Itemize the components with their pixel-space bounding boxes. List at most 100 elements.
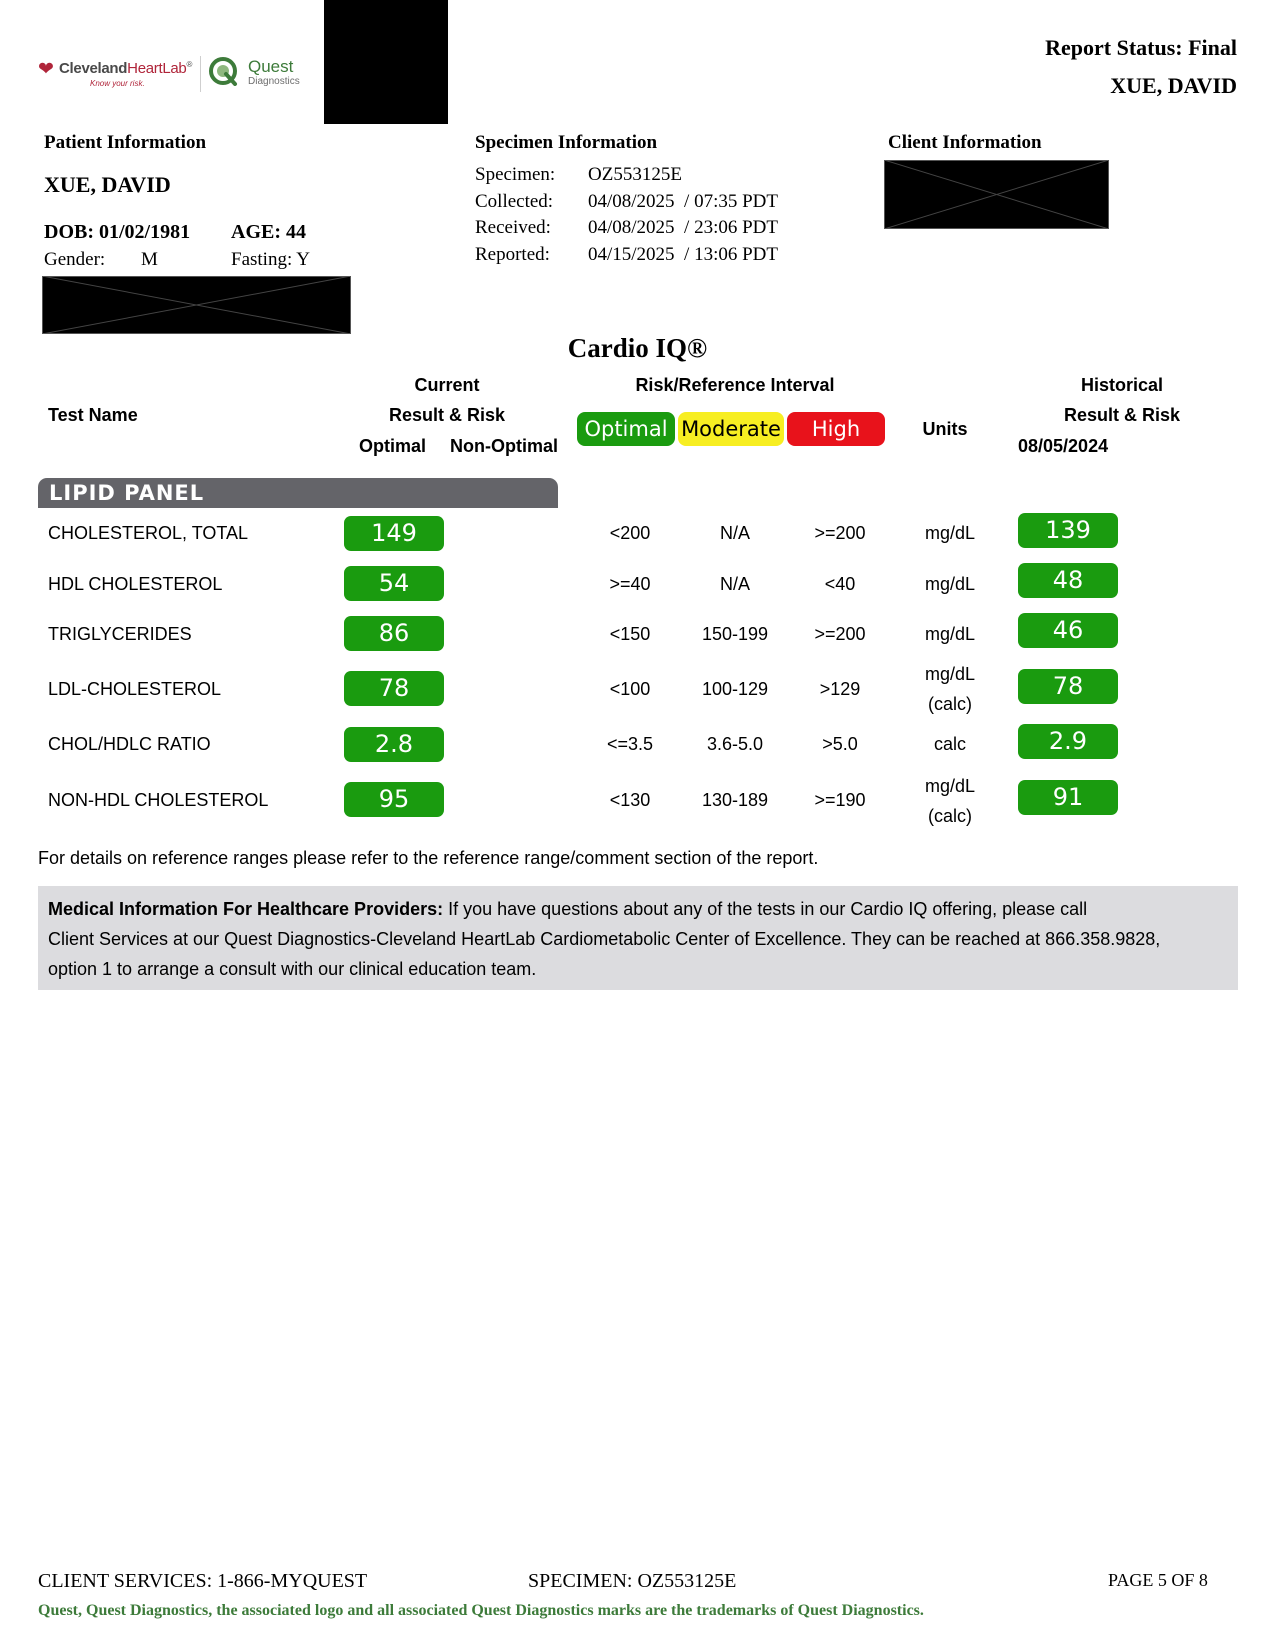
units: mg/dL [924,664,976,684]
legend-moderate: Moderate [678,412,784,446]
medical-info-title: Medical Information For Healthcare Provi… [48,899,444,919]
range-moderate: N/A [719,574,750,594]
report-status: Report Status: Final [1045,35,1237,60]
footer-page-number: PAGE 5 OF 8 [1108,1570,1208,1590]
footer-trademark: Quest, Quest Diagnostics, the associated… [38,1602,924,1619]
range-optimal: <=3.5 [606,734,654,754]
test-name: LDL-CHOLESTEROL [48,679,222,699]
historical-result-pill: 91 [1018,780,1118,815]
units-calc: (calc) [928,694,972,714]
specimen-id: OZ553125E [588,164,682,185]
quest-diagnostics-logo: Quest Diagnostics [208,56,318,94]
patient-name: XUE, DAVID [44,172,171,197]
specimen-label: Specimen: [475,164,556,185]
range-moderate: 100-129 [701,679,769,699]
current-result-pill: 78 [344,671,444,706]
received-label: Received: [475,217,551,238]
current-result-pill: 149 [344,516,444,551]
collected-label: Collected: [475,191,554,212]
historical-result-pill: 46 [1018,613,1118,648]
units: mg/dL [924,776,976,796]
header-optimal: Optimal [359,436,427,456]
test-name: CHOL/HDLC RATIO [48,734,211,754]
footer-client-services: CLIENT SERVICES: 1-866-MYQUEST [38,1570,368,1592]
collected-date: 04/08/2025 / 07:35 PDT [588,191,779,212]
current-result-pill: 54 [344,566,444,601]
test-name: NON-HDL CHOLESTEROL [48,790,269,810]
logo-cleveland-text: Cleveland [59,60,128,77]
units: mg/dL [924,523,976,543]
heart-icon: ❤ [38,59,54,80]
header-risk-reference: Risk/Reference Interval [635,375,835,395]
header-result-risk: Result & Risk [388,405,506,425]
patient-age: AGE: 44 [231,221,306,243]
range-high: <40 [824,574,856,594]
range-optimal: >=40 [609,574,651,594]
range-high: >=190 [814,790,866,810]
patient-info-heading: Patient Information [44,132,207,153]
test-name: HDL CHOLESTEROL [48,574,223,594]
range-high: >5.0 [822,734,858,754]
range-optimal: <100 [609,679,651,699]
current-result-pill: 95 [344,782,444,817]
reported-date: 04/15/2025 / 13:06 PDT [588,244,779,265]
specimen-info-heading: Specimen Information [475,132,658,153]
units: mg/dL [924,574,976,594]
units: calc [933,734,966,754]
range-optimal: <150 [609,624,651,644]
logo-tagline: Know your risk. [90,79,145,88]
medical-info-line2: Client Services at our Quest Diagnostics… [48,929,1161,949]
medical-info-line3: option 1 to arrange a consult with our c… [48,959,537,979]
client-info-heading: Client Information [888,132,1042,153]
redaction-cross-icon [42,276,351,334]
units: mg/dL [924,624,976,644]
header-historical-date: 08/05/2024 [1018,436,1109,456]
gender-label: Gender: [44,249,106,270]
header-units: Units [922,419,968,439]
received-date: 04/08/2025 / 23:06 PDT [588,217,779,238]
range-moderate: N/A [719,523,750,543]
historical-result-pill: 139 [1018,513,1118,548]
redacted-client-info [884,160,1109,229]
fasting-status: Fasting: Y [231,249,310,270]
legend-optimal: Optimal [577,412,675,446]
header-non-optimal: Non-Optimal [450,436,558,456]
range-moderate: 130-189 [701,790,769,810]
range-moderate: 3.6-5.0 [706,734,764,754]
panel-name: LIPID PANEL [49,481,205,505]
redaction-cross-icon [884,160,1109,229]
historical-result-pill: 78 [1018,669,1118,704]
range-optimal: <200 [609,523,651,543]
current-result-pill: 86 [344,616,444,651]
header-current: Current [414,375,480,395]
range-moderate: 150-199 [701,624,769,644]
gender-value: M [141,249,158,270]
medical-info-box: Medical Information For Healthcare Provi… [38,886,1238,990]
logo-divider [200,56,201,92]
logo-heartlab-text: HeartLab [127,60,187,77]
range-high: >129 [819,679,861,699]
header-patient-name: XUE, DAVID [1110,73,1237,98]
logo-registered-mark: ® [186,60,193,69]
cleveland-heartlab-logo: ❤ ClevelandHeartLab® Know your risk. [38,58,196,92]
report-title: Cardio IQ® [567,333,708,363]
range-high: >=200 [814,523,866,543]
redacted-barcode-block [324,0,448,124]
medical-info-line1: If you have questions about any of the t… [443,899,1088,919]
lipid-panel-header: LIPID PANEL [38,478,558,508]
historical-result-pill: 2.9 [1018,724,1118,759]
quest-q-icon [209,57,237,86]
legend-high: High [787,412,885,446]
range-high: >=200 [814,624,866,644]
header-historical: Historical [1080,375,1164,395]
current-result-pill: 2.8 [344,727,444,762]
historical-result-pill: 48 [1018,563,1118,598]
logo-diagnostics-text: Diagnostics [248,76,300,87]
units-calc: (calc) [928,806,972,826]
test-name: TRIGLYCERIDES [48,624,192,644]
header-test-name: Test Name [48,405,138,425]
header-historical-result-risk: Result & Risk [1063,405,1181,425]
reference-footnote: For details on reference ranges please r… [38,848,819,868]
patient-dob: DOB: 01/02/1981 [44,221,191,243]
footer-specimen: SPECIMEN: OZ553125E [528,1570,737,1592]
